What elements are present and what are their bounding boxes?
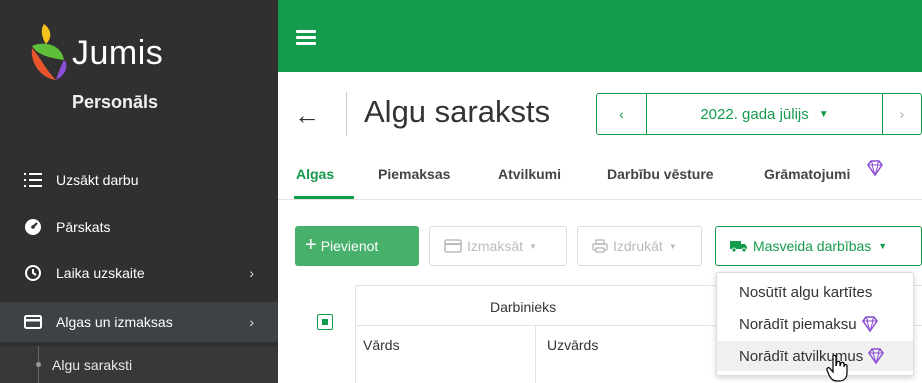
divider bbox=[535, 325, 536, 383]
period-selector: ‹ 2022. gada jūlijs ▼ › bbox=[596, 93, 922, 135]
sidebar-item-label: Laika uzskaite bbox=[56, 265, 145, 281]
pay-button[interactable]: Izmaksāt ▼ bbox=[429, 226, 567, 266]
period-next-button[interactable]: › bbox=[883, 94, 921, 134]
tab-bar: Algas Piemaksas Atvilkumi Darbību vēstur… bbox=[278, 158, 922, 200]
period-dropdown[interactable]: 2022. gada jūlijs ▼ bbox=[647, 94, 883, 134]
hamburger-menu-icon[interactable] bbox=[296, 30, 316, 45]
chevron-left-icon: ‹ bbox=[619, 106, 624, 122]
sidebar-item-label: Uzsākt darbu bbox=[56, 172, 139, 188]
tab-gramatojumi[interactable]: Grāmatojumi bbox=[764, 160, 883, 182]
column-header-vards[interactable]: Vārds bbox=[363, 337, 400, 353]
sidebar-subitem-label: Algu saraksti bbox=[52, 356, 133, 373]
mass-actions-label: Masveida darbības bbox=[753, 238, 872, 254]
add-label: Pievienot bbox=[320, 238, 379, 254]
dashboard-gauge-icon bbox=[22, 218, 44, 236]
sidebar-item-uzsakt-darbu[interactable]: Uzsākt darbu bbox=[0, 160, 278, 200]
sidebar-item-parskats[interactable]: Pārskats bbox=[0, 207, 278, 247]
menu-item-label: Norādīt piemaksu bbox=[739, 315, 857, 333]
premium-diamond-icon bbox=[861, 316, 878, 332]
add-button[interactable]: + Pievienot bbox=[295, 226, 419, 266]
tab-label: Grāmatojumi bbox=[764, 166, 851, 182]
tree-dot bbox=[36, 362, 41, 367]
print-label: Izdrukāt bbox=[613, 238, 663, 254]
title-divider bbox=[346, 92, 347, 136]
pay-label: Izmaksāt bbox=[467, 238, 524, 254]
back-arrow-icon[interactable]: ← bbox=[294, 100, 320, 131]
caret-down-icon: ▼ bbox=[878, 241, 888, 251]
caret-down-icon: ▼ bbox=[818, 108, 829, 120]
top-bar bbox=[278, 0, 922, 72]
menu-item-set-deductions[interactable]: Norādīt atvilkumus bbox=[717, 341, 913, 371]
column-group-darbinieks: Darbinieks bbox=[490, 299, 557, 315]
tab-algas[interactable]: Algas bbox=[296, 166, 334, 182]
print-button[interactable]: Izdrukāt ▼ bbox=[577, 226, 702, 266]
sidebar-item-label: Algas un izmaksas bbox=[56, 314, 173, 330]
premium-diamond-icon bbox=[867, 160, 883, 176]
tab-piemaksas[interactable]: Piemaksas bbox=[378, 166, 450, 182]
truck-icon bbox=[730, 241, 747, 253]
premium-diamond-icon bbox=[868, 348, 885, 364]
card-icon bbox=[22, 313, 44, 331]
caret-down-icon: ▼ bbox=[529, 241, 537, 251]
start-list-icon bbox=[22, 171, 44, 189]
column-header-uzvards[interactable]: Uzvārds bbox=[547, 337, 598, 353]
plus-icon: + bbox=[305, 233, 317, 256]
sidebar-item-algas-un-izmaksas[interactable]: Algas un izmaksas › bbox=[0, 302, 278, 342]
active-tab-indicator bbox=[294, 196, 354, 199]
sidebar-subitem-algu-saraksti[interactable]: Algu saraksti bbox=[0, 346, 278, 383]
tab-atvilkumi[interactable]: Atvilkumi bbox=[498, 166, 561, 182]
printer-icon bbox=[592, 239, 608, 253]
menu-item-label: Nosūtīt algu kartītes bbox=[739, 283, 873, 301]
chevron-right-icon: › bbox=[899, 106, 905, 122]
chevron-right-icon: › bbox=[249, 314, 254, 330]
app-name: Personāls bbox=[71, 92, 159, 112]
sidebar-item-laika-uzskaite[interactable]: Laika uzskaite › bbox=[0, 253, 278, 293]
select-all-checkbox[interactable] bbox=[317, 314, 333, 330]
page-title: Algu saraksts bbox=[364, 94, 551, 129]
period-value: 2022. gada jūlijs bbox=[700, 105, 809, 123]
menu-item-set-bonus[interactable]: Norādīt piemaksu bbox=[717, 309, 913, 339]
chevron-right-icon: › bbox=[249, 265, 254, 281]
sidebar-item-label: Pārskats bbox=[56, 219, 111, 235]
divider bbox=[355, 285, 356, 383]
card-icon bbox=[444, 239, 462, 253]
mass-actions-button[interactable]: Masveida darbības ▼ bbox=[715, 226, 922, 266]
period-prev-button[interactable]: ‹ bbox=[597, 94, 647, 134]
hand-cursor-icon bbox=[826, 354, 848, 382]
sidebar: Jumis Personāls Uzsākt darbu Pārskats La… bbox=[0, 0, 278, 383]
tab-darbibu-vesture[interactable]: Darbību vēsture bbox=[607, 166, 714, 182]
mass-actions-menu: Nosūtīt algu kartītes Norādīt piemaksu N… bbox=[716, 272, 914, 376]
clock-icon bbox=[22, 264, 44, 282]
logo-text: Jumis bbox=[72, 34, 164, 72]
menu-item-send-payslips[interactable]: Nosūtīt algu kartītes bbox=[717, 277, 913, 307]
caret-down-icon: ▼ bbox=[668, 241, 677, 251]
